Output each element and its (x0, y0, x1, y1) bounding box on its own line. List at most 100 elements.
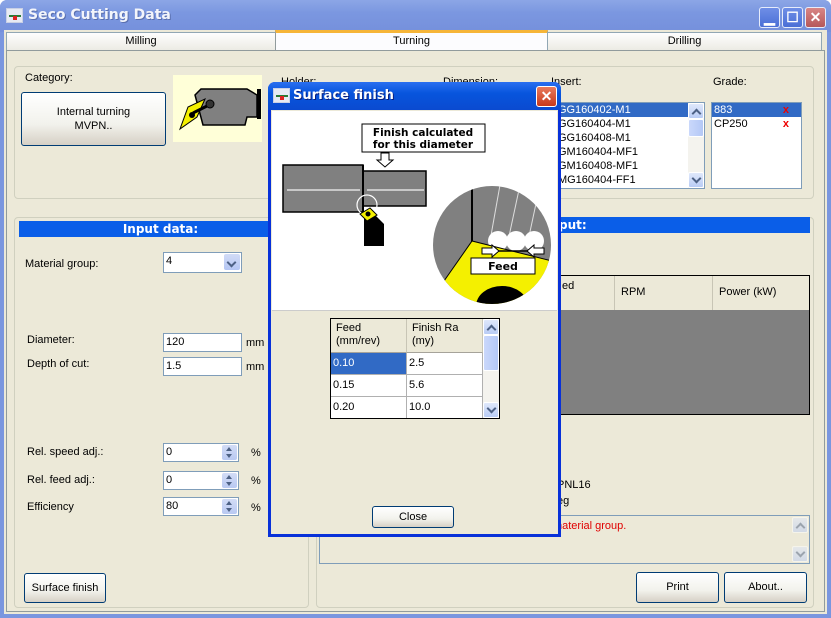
scroll-up-icon[interactable] (792, 517, 808, 533)
chevron-down-icon[interactable] (224, 254, 240, 270)
callout-line1: Finish calculated (373, 127, 473, 139)
scroll-thumb[interactable] (688, 119, 704, 137)
scroll-up-icon[interactable] (688, 103, 704, 119)
insert-item[interactable]: NGM160408-MF1 (548, 159, 688, 173)
message-scrollbar[interactable] (792, 517, 808, 562)
message-text: naterial group. (556, 520, 627, 532)
holder-info: PNL16 (557, 479, 591, 491)
category-line1: Internal turning (56, 106, 131, 118)
material-group-label: Material group: (25, 258, 99, 270)
finish-cell[interactable]: 2.5 (407, 353, 483, 375)
turning-diagram: Finish calculated for this diameter Feed (282, 123, 551, 304)
insert-item[interactable]: NGM160404-MF1 (548, 145, 688, 159)
feed-tag: Feed (488, 260, 518, 273)
surface-finish-button[interactable]: Surface finish (24, 573, 106, 603)
holder-image (173, 75, 262, 142)
speed-adj-value: 0 (166, 446, 173, 458)
scroll-down-icon[interactable] (688, 172, 704, 188)
insert-item[interactable]: NGG160404-M1 (548, 117, 688, 131)
scroll-down-icon[interactable] (792, 546, 808, 562)
header-feed-line2: (mm/rev) (336, 335, 380, 347)
close-icon: ✕ (540, 88, 553, 104)
spinner-arrows-icon[interactable] (222, 445, 237, 460)
minimize-button[interactable]: ▁ (759, 7, 780, 28)
table-scrollbar[interactable] (483, 319, 499, 418)
diameter-input[interactable]: 120 (163, 333, 242, 352)
column-header-rpm: RPM (615, 276, 713, 310)
unavailable-x-icon: x (782, 104, 789, 116)
header-feed[interactable]: Feed (mm/rev) (331, 319, 407, 353)
feed-adj-unit: % (251, 475, 261, 487)
tab-drilling[interactable]: Drilling (547, 32, 822, 50)
scroll-down-icon[interactable] (483, 402, 499, 418)
insert-item[interactable]: NGG160402-M1 (548, 103, 688, 117)
dialog-body: Finish calculated for this diameter Feed… (271, 110, 558, 534)
feed-cell[interactable]: 0.15 (331, 375, 407, 397)
efficiency-spinner[interactable]: 80 (163, 497, 239, 516)
grade-item[interactable]: 883 x (712, 103, 801, 117)
efficiency-value: 80 (166, 500, 179, 512)
material-group-value: 4 (166, 255, 173, 267)
holder-tool-icon (178, 88, 261, 131)
input-header: Input data: (19, 221, 302, 237)
dialog-close-button[interactable]: ✕ (536, 86, 557, 107)
grade-text: CP250 (714, 118, 748, 130)
header-finish-line1: Finish Ra (412, 322, 459, 334)
feed-adj-spinner[interactable]: 0 (163, 471, 239, 490)
unavailable-x-icon: x (782, 118, 789, 130)
category-button[interactable]: Internal turning MVPN.. (21, 92, 166, 146)
finish-cell[interactable]: 10.0 (407, 397, 483, 418)
tab-milling[interactable]: Milling (6, 32, 276, 50)
header-finish-line2: (my) (412, 335, 434, 347)
feed-cell[interactable]: 0.10 (331, 353, 407, 375)
efficiency-label: Efficiency (27, 501, 74, 513)
input-group (14, 217, 309, 608)
dialog-title: Surface finish (293, 88, 394, 103)
depth-unit: mm (246, 361, 265, 373)
finish-cell[interactable]: 5.6 (407, 375, 483, 397)
title-bar[interactable]: Seco Cutting Data ▁ ☐ ✕ (0, 0, 831, 32)
feed-adj-label: Rel. feed adj.: (27, 474, 95, 486)
speed-adj-spinner[interactable]: 0 (163, 443, 239, 462)
grade-item[interactable]: CP250 x (712, 117, 801, 131)
spinner-arrows-icon[interactable] (222, 499, 237, 514)
arrow-down-icon (375, 152, 395, 168)
dialog-close-btn[interactable]: Close (372, 506, 454, 528)
insert-item[interactable]: NGG160408-M1 (548, 131, 688, 145)
category-line2: MVPN.. (74, 120, 113, 132)
header-finish[interactable]: Finish Ra (my) (407, 319, 483, 353)
insert-list[interactable]: NGG160402-M1 NGG160404-M1 NGG160408-M1 NGM1… (547, 102, 705, 189)
depth-input[interactable]: 1.5 (163, 357, 242, 376)
close-button[interactable]: ✕ (805, 7, 826, 28)
depth-label: Depth of cut: (27, 358, 90, 370)
close-icon: ✕ (809, 9, 822, 25)
feed-adj-value: 0 (166, 474, 173, 486)
scroll-thumb[interactable] (483, 335, 499, 371)
diameter-unit: mm (246, 337, 265, 349)
dialog-title-bar[interactable]: Surface finish ✕ (268, 82, 561, 110)
print-button[interactable]: Print (636, 572, 719, 603)
insert-item[interactable]: NMG160404-FF1 (548, 173, 688, 187)
insert-scrollbar[interactable] (688, 103, 704, 188)
window-title: Seco Cutting Data (28, 7, 171, 23)
efficiency-unit: % (251, 502, 261, 514)
material-group-select[interactable]: 4 (163, 252, 242, 273)
app-icon (6, 8, 23, 23)
spinner-arrows-icon[interactable] (222, 473, 237, 488)
column-header-power: Power (kW) (713, 276, 809, 310)
surface-finish-dialog: Surface finish ✕ Finish calculated for t… (268, 82, 561, 537)
tab-turning[interactable]: Turning (275, 30, 548, 50)
category-label: Category: (25, 72, 73, 84)
grade-list[interactable]: 883 x CP250 x (711, 102, 802, 189)
speed-adj-label: Rel. speed adj.: (27, 446, 104, 458)
grade-text: 883 (714, 104, 733, 116)
diameter-label: Diameter: (27, 334, 75, 346)
app-icon (273, 88, 290, 103)
speed-adj-unit: % (251, 447, 261, 459)
feed-cell[interactable]: 0.20 (331, 397, 407, 418)
maximize-button[interactable]: ☐ (782, 7, 803, 28)
finish-table[interactable]: Feed (mm/rev) Finish Ra (my) 0.10 2.5 0.15… (330, 318, 500, 419)
minimize-icon: ▁ (764, 9, 775, 25)
scroll-up-icon[interactable] (483, 319, 499, 335)
about-button[interactable]: About.. (724, 572, 807, 603)
